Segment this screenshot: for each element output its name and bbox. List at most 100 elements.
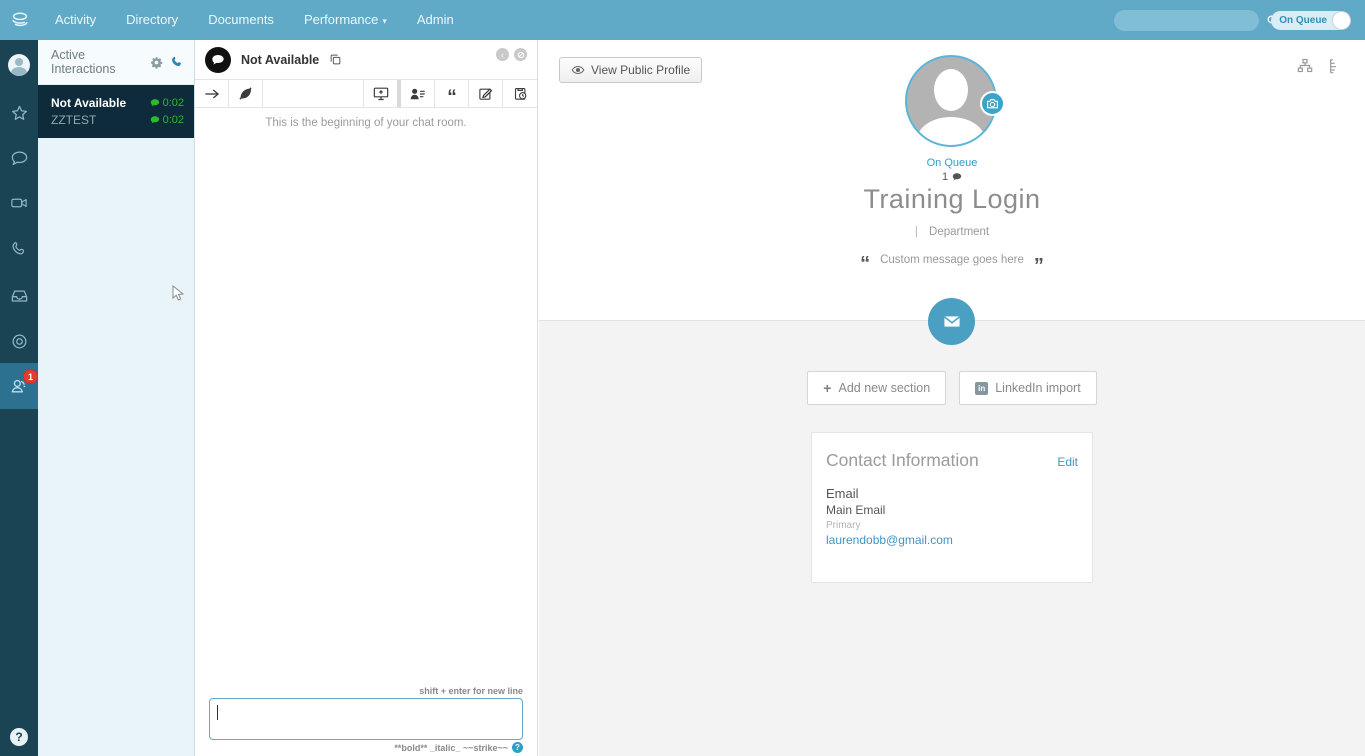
plus-icon: + bbox=[823, 380, 831, 396]
profile-avatar-icon bbox=[8, 54, 30, 76]
top-nav: Activity Directory Documents Performance… bbox=[0, 0, 1365, 40]
sidebar-item-help[interactable]: ? bbox=[0, 720, 38, 754]
nav-directory-label: Directory bbox=[126, 12, 178, 27]
nav-admin[interactable]: Admin bbox=[402, 0, 469, 40]
screen-share-button[interactable] bbox=[363, 80, 397, 107]
message-box bbox=[209, 698, 523, 740]
contact-details-button[interactable] bbox=[401, 80, 435, 107]
chat-timer-bubble-icon bbox=[150, 98, 160, 108]
global-search[interactable] bbox=[1114, 10, 1259, 31]
message-input[interactable] bbox=[210, 699, 522, 739]
linkedin-import-label: LinkedIn import bbox=[995, 381, 1080, 395]
nav-documents-label: Documents bbox=[208, 12, 274, 27]
department-label[interactable]: Department bbox=[929, 226, 989, 238]
sidebar-item-video[interactable] bbox=[0, 186, 38, 220]
profile-avatar[interactable] bbox=[905, 55, 997, 147]
on-queue-toggle-label: On Queue bbox=[1279, 15, 1327, 26]
phone-settings-icon[interactable] bbox=[170, 55, 184, 69]
email-button[interactable] bbox=[928, 298, 975, 345]
chat-title: Not Available bbox=[241, 53, 319, 67]
add-section-button[interactable]: + Add new section bbox=[807, 371, 946, 405]
chat-toolbar: “ bbox=[195, 79, 537, 108]
schedule-button[interactable] bbox=[503, 80, 537, 107]
target-circle-icon bbox=[10, 332, 29, 351]
toggle-knob[interactable] bbox=[1333, 12, 1350, 29]
profile-status[interactable]: On Queue bbox=[539, 157, 1365, 169]
eye-icon bbox=[571, 65, 585, 75]
contact-field-group: Email bbox=[826, 486, 1078, 501]
collapse-left-icon[interactable]: ‹ bbox=[496, 48, 509, 61]
interaction-list-item[interactable]: Not Available 0:02 ZZTEST 0:02 bbox=[38, 85, 194, 138]
formatting-help-icon[interactable]: ? bbox=[512, 742, 523, 753]
nav-performance-label: Performance bbox=[304, 12, 378, 27]
nav-performance[interactable]: Performance ▾ bbox=[289, 0, 402, 40]
profile-department-row: | Department bbox=[539, 226, 1365, 238]
interaction-time-value: 0:02 bbox=[163, 97, 184, 109]
video-camera-icon bbox=[9, 194, 29, 212]
quote-open-icon: “ bbox=[860, 260, 870, 268]
sidebar-item-favorites[interactable] bbox=[0, 96, 38, 130]
app-logo-icon[interactable] bbox=[0, 9, 40, 31]
help-icon: ? bbox=[10, 728, 28, 746]
linkedin-icon: in bbox=[975, 382, 988, 395]
canned-responses-button[interactable]: “ bbox=[435, 80, 469, 107]
sidebar-item-interactions[interactable]: 1 bbox=[0, 363, 38, 409]
interactions-panel: Active Interactions Not Available 0:02 Z… bbox=[38, 40, 195, 756]
transfer-button[interactable] bbox=[195, 80, 229, 107]
nav-activity[interactable]: Activity bbox=[40, 0, 111, 40]
sidebar-item-inbox[interactable] bbox=[0, 278, 38, 312]
gear-icon[interactable] bbox=[150, 56, 163, 69]
text-caret bbox=[217, 705, 218, 720]
profile-panel: View Public Profile On Queue 1 Training … bbox=[539, 40, 1365, 756]
view-public-profile-button[interactable]: View Public Profile bbox=[559, 57, 702, 83]
camera-icon[interactable] bbox=[980, 91, 1005, 116]
chat-header: Not Available ‹ bbox=[195, 40, 537, 79]
chat-bubble-icon bbox=[10, 149, 29, 168]
sidebar-item-phone[interactable] bbox=[0, 232, 38, 266]
agent-icon: 1 bbox=[9, 376, 29, 396]
profile-actions: + Add new section in LinkedIn import bbox=[539, 371, 1365, 405]
inbox-icon bbox=[10, 286, 29, 305]
interaction-queue-name: ZZTEST bbox=[51, 113, 150, 127]
view-public-profile-label: View Public Profile bbox=[591, 63, 690, 77]
profile-name: Training Login bbox=[539, 184, 1365, 215]
sidebar-item-profile[interactable] bbox=[0, 48, 38, 82]
custom-message[interactable]: Custom message goes here bbox=[880, 254, 1024, 266]
chat-panel: Not Available ‹ “ bbox=[195, 40, 538, 756]
interaction-time-value: 0:02 bbox=[163, 114, 184, 126]
add-section-label: Add new section bbox=[838, 381, 930, 395]
star-icon bbox=[10, 104, 29, 123]
interaction-row-queue: ZZTEST 0:02 bbox=[51, 111, 184, 128]
nav-admin-label: Admin bbox=[417, 12, 454, 27]
wrap-up-button[interactable] bbox=[229, 80, 263, 107]
timeline-list-icon[interactable] bbox=[1327, 58, 1341, 74]
nav-documents[interactable]: Documents bbox=[193, 0, 289, 40]
interactions-header: Active Interactions bbox=[38, 40, 194, 85]
quote-icon: “ bbox=[447, 93, 456, 103]
contact-field-name: Main Email bbox=[826, 503, 1078, 517]
org-chart-icon[interactable] bbox=[1297, 58, 1313, 74]
sidebar-item-chat[interactable] bbox=[0, 141, 38, 175]
notes-button[interactable] bbox=[469, 80, 503, 107]
edit-link[interactable]: Edit bbox=[1057, 455, 1078, 469]
interaction-name: Not Available bbox=[51, 96, 150, 110]
chat-input-area: shift + enter for new line **bold** _ita… bbox=[195, 686, 537, 756]
contact-card-title: Contact Information bbox=[826, 450, 1057, 471]
copy-icon[interactable] bbox=[329, 53, 342, 66]
format-hint: **bold** _italic_ ~~strike~~ bbox=[394, 743, 508, 753]
profile-chat-badge-row: 1 bbox=[539, 171, 1365, 183]
on-queue-toggle[interactable]: On Queue bbox=[1271, 11, 1351, 30]
chat-count: 1 bbox=[942, 171, 948, 183]
dismiss-icon[interactable] bbox=[514, 48, 527, 61]
sidebar-item-relate[interactable] bbox=[0, 324, 38, 358]
interactions-title: Active Interactions bbox=[51, 48, 143, 76]
chevron-down-icon: ▾ bbox=[382, 16, 387, 26]
chat-welcome-message: This is the beginning of your chat room. bbox=[195, 117, 537, 129]
chat-timer-bubble-icon bbox=[150, 115, 160, 125]
search-input[interactable] bbox=[1124, 10, 1266, 31]
linkedin-import-button[interactable]: in LinkedIn import bbox=[959, 371, 1096, 405]
newline-hint: shift + enter for new line bbox=[209, 686, 523, 696]
contact-email-link[interactable]: laurendobb@gmail.com bbox=[826, 533, 1078, 547]
nav-directory[interactable]: Directory bbox=[111, 0, 193, 40]
envelope-icon bbox=[942, 314, 962, 329]
